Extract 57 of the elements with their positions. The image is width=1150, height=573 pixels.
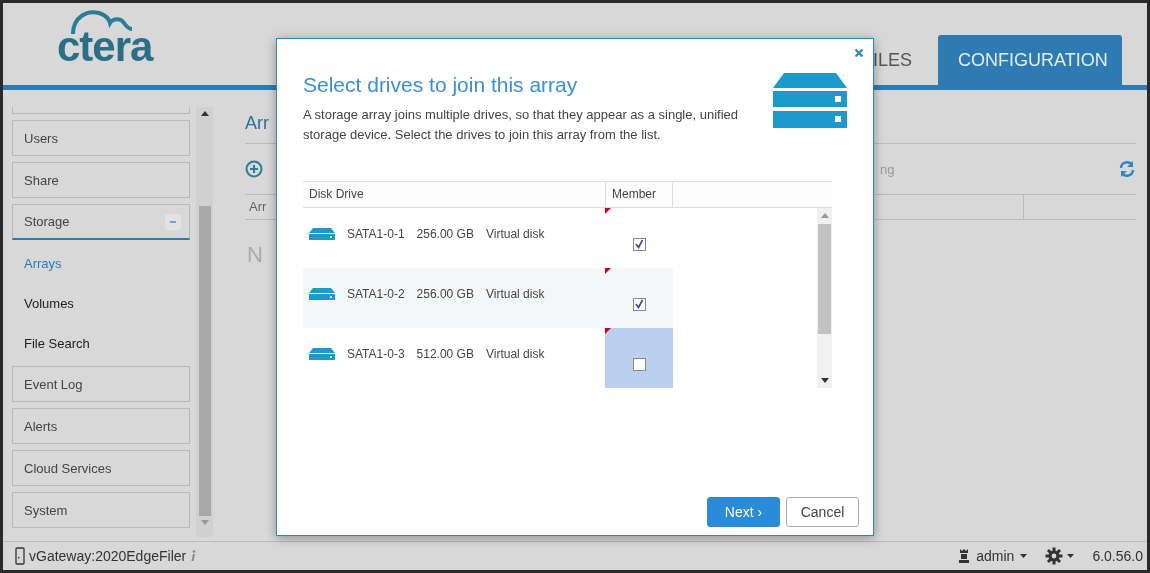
column-header: Arr [249,198,267,216]
settings-menu[interactable] [1045,547,1075,565]
version-text: 6.0.56.0 [1092,548,1143,564]
nav-tab[interactable]: CONFIGURATION [938,35,1122,85]
scroll-down-icon[interactable] [820,378,829,383]
member-cell[interactable] [605,328,673,388]
sidebar-item[interactable]: Users [12,120,190,156]
drive-type: Virtual disk [485,287,545,301]
settings-icon [1045,547,1064,565]
info-icon[interactable] [190,550,197,562]
close-icon[interactable] [854,48,864,58]
caret-icon [1067,554,1075,558]
dialog-button[interactable]: Next › [707,497,780,527]
device-name: vGateway:2020EdgeFiler [29,548,187,564]
drive-icon [309,348,335,360]
column-header: Disk Drive [308,186,365,203]
scrollbar[interactable] [196,107,213,537]
server-icon [773,73,847,128]
caret-icon [1020,554,1028,558]
user-icon [958,548,971,564]
dialog-description: A storage array joins multiple drives, so that they appear as a single, unified storage device. Select the drives to join this array from the list. [303,106,740,144]
sidebar-item[interactable]: Share [12,162,190,198]
nav-tab[interactable]: ILES [872,35,912,85]
member-checkbox[interactable] [632,297,646,311]
sidebar-item[interactable] [12,107,190,114]
scroll-up-icon[interactable] [200,111,209,116]
drive-icon [309,288,335,300]
column-header: Member [605,182,673,207]
device-icon [15,547,25,565]
collapse-icon[interactable] [165,213,181,230]
add-icon[interactable] [245,160,263,178]
drive-size: 256.00 GB [416,227,474,241]
dialog-button[interactable]: Cancel [786,497,859,527]
drive-name: SATA1-0-1 [347,227,405,241]
drive-name: SATA1-0-3 [347,347,405,361]
sidebar-subitem[interactable]: Volumes [12,286,190,320]
changed-marker-icon [605,268,611,274]
sidebar-subitem[interactable]: File Search [12,326,190,360]
user-menu[interactable]: admin [958,548,1028,564]
drive-type: Virtual disk [485,347,545,361]
dialog-title: Select drives to join this array [303,73,579,97]
scrollbar[interactable] [817,208,832,388]
sidebar-item[interactable]: System [12,492,190,528]
sidebar-item[interactable]: Storage [12,204,190,240]
toolbar-text: ng [880,161,895,177]
drive-size: 256.00 GB [416,287,474,301]
logo: ctera [57,9,153,69]
drive-type: Virtual disk [485,227,545,241]
member-checkbox[interactable] [632,357,646,371]
sidebar-item[interactable]: Cloud Services [12,450,190,486]
drive-name: SATA1-0-2 [347,287,405,301]
refresh-icon[interactable] [1118,160,1136,178]
sidebar-item[interactable]: Alerts [12,408,190,444]
drive-icon [309,228,335,240]
sidebar-item[interactable]: Event Log [12,366,190,402]
drive-size: 512.00 GB [416,347,474,361]
member-checkbox[interactable] [632,237,646,251]
